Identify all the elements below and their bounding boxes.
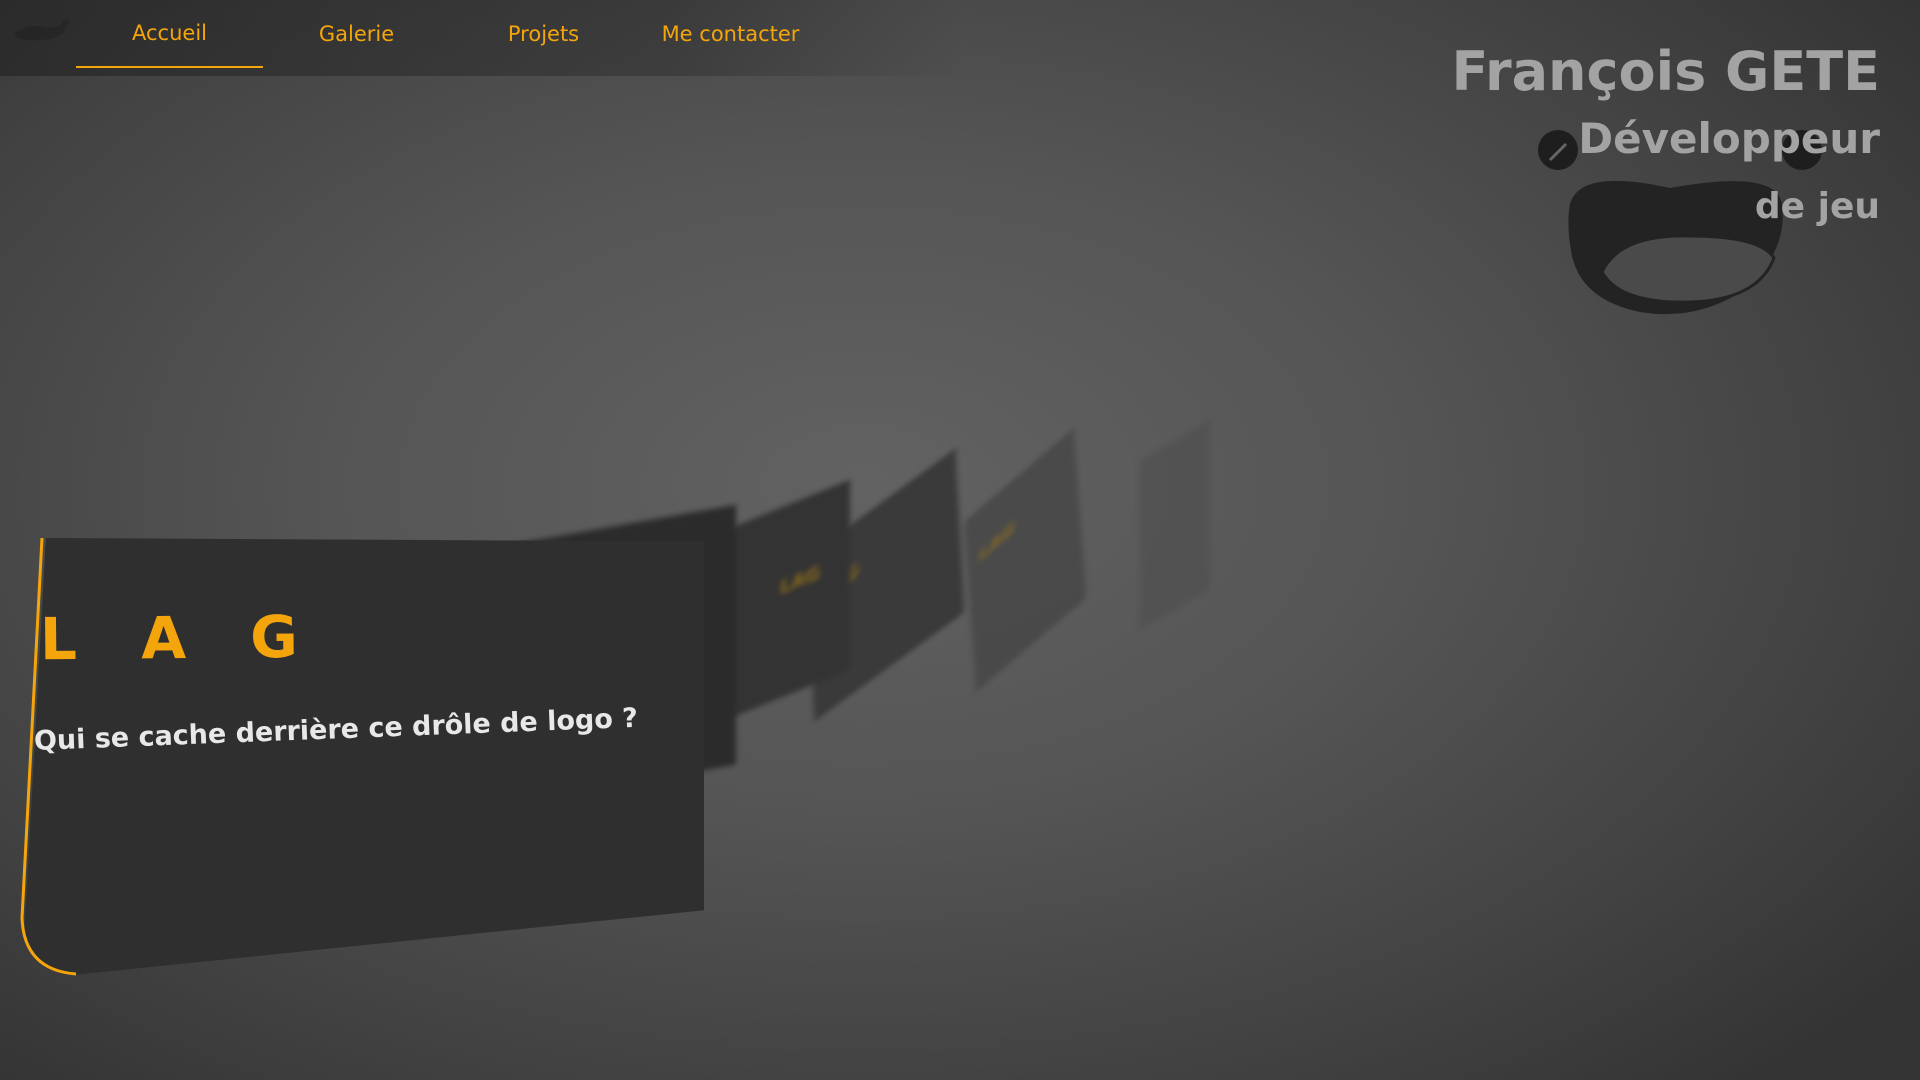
site-owner-role-suffix: de jeu [1754,186,1880,227]
main-nav: Accueil Galerie Projets Me contacter [76,0,824,70]
site-header-brand: François GETE Développeur de jeu [1360,30,1880,315]
nav-item-galerie[interactable]: Galerie [263,0,450,68]
carousel-card-ghost-1[interactable]: Galerie 3D Découvrez mes créations ! [336,504,736,836]
carousel-card-ghost-2[interactable]: LAG [700,479,850,731]
carousel-card-ghost-3[interactable]: LAG [805,448,965,722]
card-title: L A G [39,602,321,674]
card-accent-border [20,538,77,976]
nav-item-accueil[interactable]: Accueil [76,0,263,68]
card-description: Qui se cache derrière ce drôle de logo ? [33,702,639,757]
mascot-logo-icon[interactable] [8,14,70,54]
nav-item-me-contacter[interactable]: Me contacter [637,0,824,68]
carousel-card-ghost-4[interactable]: LAG [963,428,1087,692]
site-owner-role: Développeur [1578,114,1880,163]
site-owner-name: François GETE [1451,40,1880,103]
nav-item-projets[interactable]: Projets [450,0,637,68]
carousel-card-ghost-5[interactable] [1140,419,1210,631]
top-navigation-bar: Accueil Galerie Projets Me contacter [0,0,960,76]
carousel-card-active[interactable] [22,538,704,976]
